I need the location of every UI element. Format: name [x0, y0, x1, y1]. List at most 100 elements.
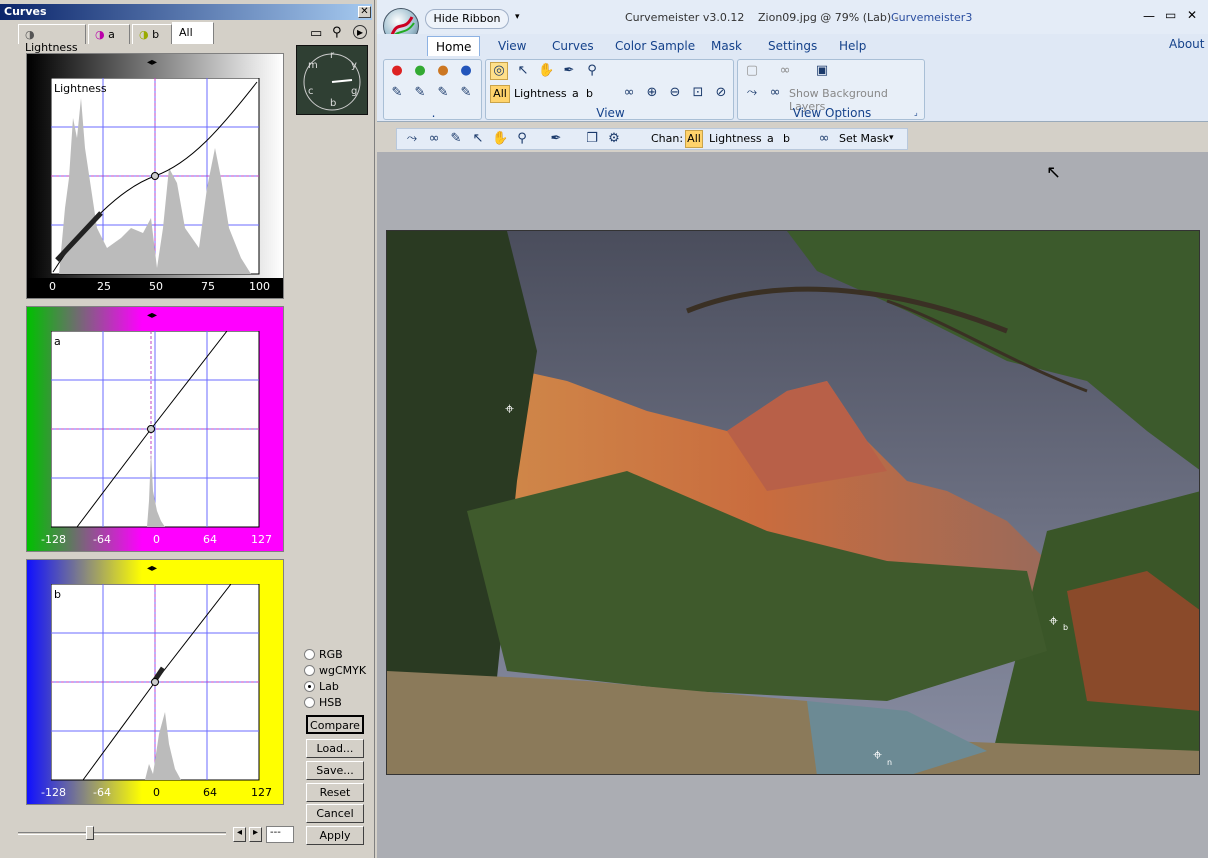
group-label: View: [596, 106, 625, 120]
chan-b-button[interactable]: b: [783, 132, 790, 145]
minimize-icon[interactable]: —: [1143, 9, 1155, 23]
tab-a[interactable]: ◑ a: [88, 24, 130, 44]
graph-label: Lightness: [54, 82, 107, 95]
zoom-actual-icon[interactable]: ⊘: [712, 84, 730, 102]
dialog-launcher-icon[interactable]: ⌟: [914, 108, 918, 117]
move-handle-icon[interactable]: ◂▸: [147, 57, 157, 68]
close-window-icon[interactable]: ✕: [1187, 8, 1197, 22]
channels-icon[interactable]: ●: [411, 62, 429, 80]
arrow-right-icon[interactable]: ▸: [249, 827, 262, 842]
hide-ribbon-button[interactable]: Hide Ribbon: [425, 9, 509, 29]
mode-wgcmyk[interactable]: wgCMYK: [304, 664, 366, 677]
mode-hsb[interactable]: HSB: [304, 696, 342, 709]
sample-point-icon[interactable]: ⌖: [1049, 611, 1058, 631]
mask-icon[interactable]: ∞: [815, 130, 833, 148]
eyedropper-icon[interactable]: ✒: [560, 62, 578, 80]
hand-icon[interactable]: ✋: [537, 62, 555, 80]
maximize-icon[interactable]: ▭: [1165, 8, 1176, 22]
pen-icon[interactable]: ✎: [447, 130, 465, 148]
tab-view[interactable]: View: [490, 36, 534, 56]
chan-b-button[interactable]: b: [586, 87, 593, 100]
radio-label: Lab: [319, 680, 339, 693]
chan-all-button[interactable]: All: [490, 85, 510, 103]
group-label: View Options: [792, 106, 872, 120]
mask-icon[interactable]: ∞: [425, 130, 443, 148]
arrow-left-icon[interactable]: ◂: [233, 827, 246, 842]
zoom-out-icon[interactable]: ⊖: [666, 84, 684, 102]
slider-value-field[interactable]: ---: [266, 826, 294, 843]
tab-settings[interactable]: Settings: [760, 36, 825, 56]
curve-tool-icon[interactable]: ⤳: [403, 130, 421, 148]
copy-icon[interactable]: ❐: [583, 130, 601, 148]
color-wheel-icon[interactable]: ◎: [490, 62, 508, 80]
magnifier-icon[interactable]: ⚲: [583, 62, 601, 80]
tab-mask[interactable]: Mask: [703, 36, 750, 56]
chan-all-button[interactable]: All: [685, 130, 703, 148]
tab-all[interactable]: All: [172, 22, 214, 44]
b-curve-plot[interactable]: [51, 584, 261, 782]
chan-lightness-button[interactable]: Lightness: [709, 132, 762, 145]
mode-rgb[interactable]: RGB: [304, 648, 343, 661]
save-button[interactable]: Save...: [306, 761, 364, 780]
lightness-curve-plot[interactable]: [51, 78, 261, 276]
channels-icon[interactable]: ●: [457, 62, 475, 80]
move-handle-icon[interactable]: ◂▸: [147, 310, 157, 321]
mask-icon[interactable]: ∞: [776, 62, 794, 80]
sample-point-icon[interactable]: ⌖: [873, 745, 882, 765]
play-icon[interactable]: ▸: [353, 25, 367, 39]
tab-curves[interactable]: Curves: [544, 36, 602, 56]
channels-icon[interactable]: ●: [388, 62, 406, 80]
magnifier-icon[interactable]: ⚲: [513, 130, 531, 148]
move-handle-icon[interactable]: ◂▸: [147, 563, 157, 574]
sample-point-icon[interactable]: ⌖: [505, 399, 514, 419]
pen-icon[interactable]: ✎: [457, 84, 475, 102]
load-button[interactable]: Load...: [306, 739, 364, 758]
about-link[interactable]: About: [1169, 37, 1204, 51]
pointer-icon[interactable]: ↖: [514, 62, 532, 80]
tab-b[interactable]: ◑ b: [132, 24, 172, 44]
lightness-curve-graph: ◂▸ Lightness 0 25 50 75 100: [26, 53, 284, 299]
reset-button[interactable]: Reset: [306, 783, 364, 802]
clock-label: c: [308, 86, 314, 97]
mode-lab[interactable]: Lab: [304, 680, 339, 693]
strength-slider[interactable]: [18, 832, 226, 835]
zoom-fit-icon[interactable]: ⊡: [689, 84, 707, 102]
apply-button[interactable]: Apply: [306, 826, 364, 845]
dropdown-icon[interactable]: ▾: [889, 133, 894, 143]
chan-lightness-button[interactable]: Lightness: [514, 87, 567, 100]
eyedropper-icon[interactable]: ⚲: [332, 25, 342, 40]
hand-icon[interactable]: ✋: [491, 130, 509, 148]
compare-button[interactable]: Compare: [306, 715, 364, 734]
chan-a-button[interactable]: a: [767, 132, 774, 145]
chan-a-button[interactable]: a: [572, 87, 579, 100]
pointer-icon[interactable]: ↖: [469, 130, 487, 148]
a-curve-plot[interactable]: [51, 331, 261, 529]
chan-label: Chan:: [651, 132, 684, 145]
mask-icon[interactable]: ∞: [766, 84, 784, 102]
pen-icon[interactable]: ✎: [434, 84, 452, 102]
radio-label: wgCMYK: [319, 664, 367, 677]
cancel-button[interactable]: Cancel: [306, 804, 364, 823]
tab-home[interactable]: Home: [427, 36, 481, 56]
mask-icon[interactable]: ∞: [620, 84, 638, 102]
layer-icon[interactable]: ▢: [743, 62, 761, 80]
tab-color-sample[interactable]: Color Sample: [607, 36, 703, 56]
set-mask-button[interactable]: Set Mask: [839, 132, 889, 145]
dropdown-icon[interactable]: ▾: [515, 12, 520, 22]
wrench-icon[interactable]: ⚙: [605, 130, 623, 148]
pen-icon[interactable]: ✎: [388, 84, 406, 102]
tick-label: 0: [49, 280, 56, 293]
close-icon[interactable]: ✕: [358, 6, 371, 18]
tab-help[interactable]: Help: [831, 36, 874, 56]
folder-icon[interactable]: ▭: [310, 26, 322, 41]
tab-label: All: [179, 26, 193, 39]
image-icon[interactable]: ▣: [813, 62, 831, 80]
slider-thumb[interactable]: [86, 826, 94, 840]
eyedropper-icon[interactable]: ✒: [547, 130, 565, 148]
curve-tool-icon[interactable]: ⤳: [743, 84, 761, 102]
channels-icon[interactable]: ●: [434, 62, 452, 80]
tab-lightness[interactable]: ◑ Lightness: [18, 24, 86, 54]
zoom-in-icon[interactable]: ⊕: [643, 84, 661, 102]
photo-canvas[interactable]: ⌖ ⌖ b ⌖ n: [386, 230, 1200, 775]
pen-icon[interactable]: ✎: [411, 84, 429, 102]
